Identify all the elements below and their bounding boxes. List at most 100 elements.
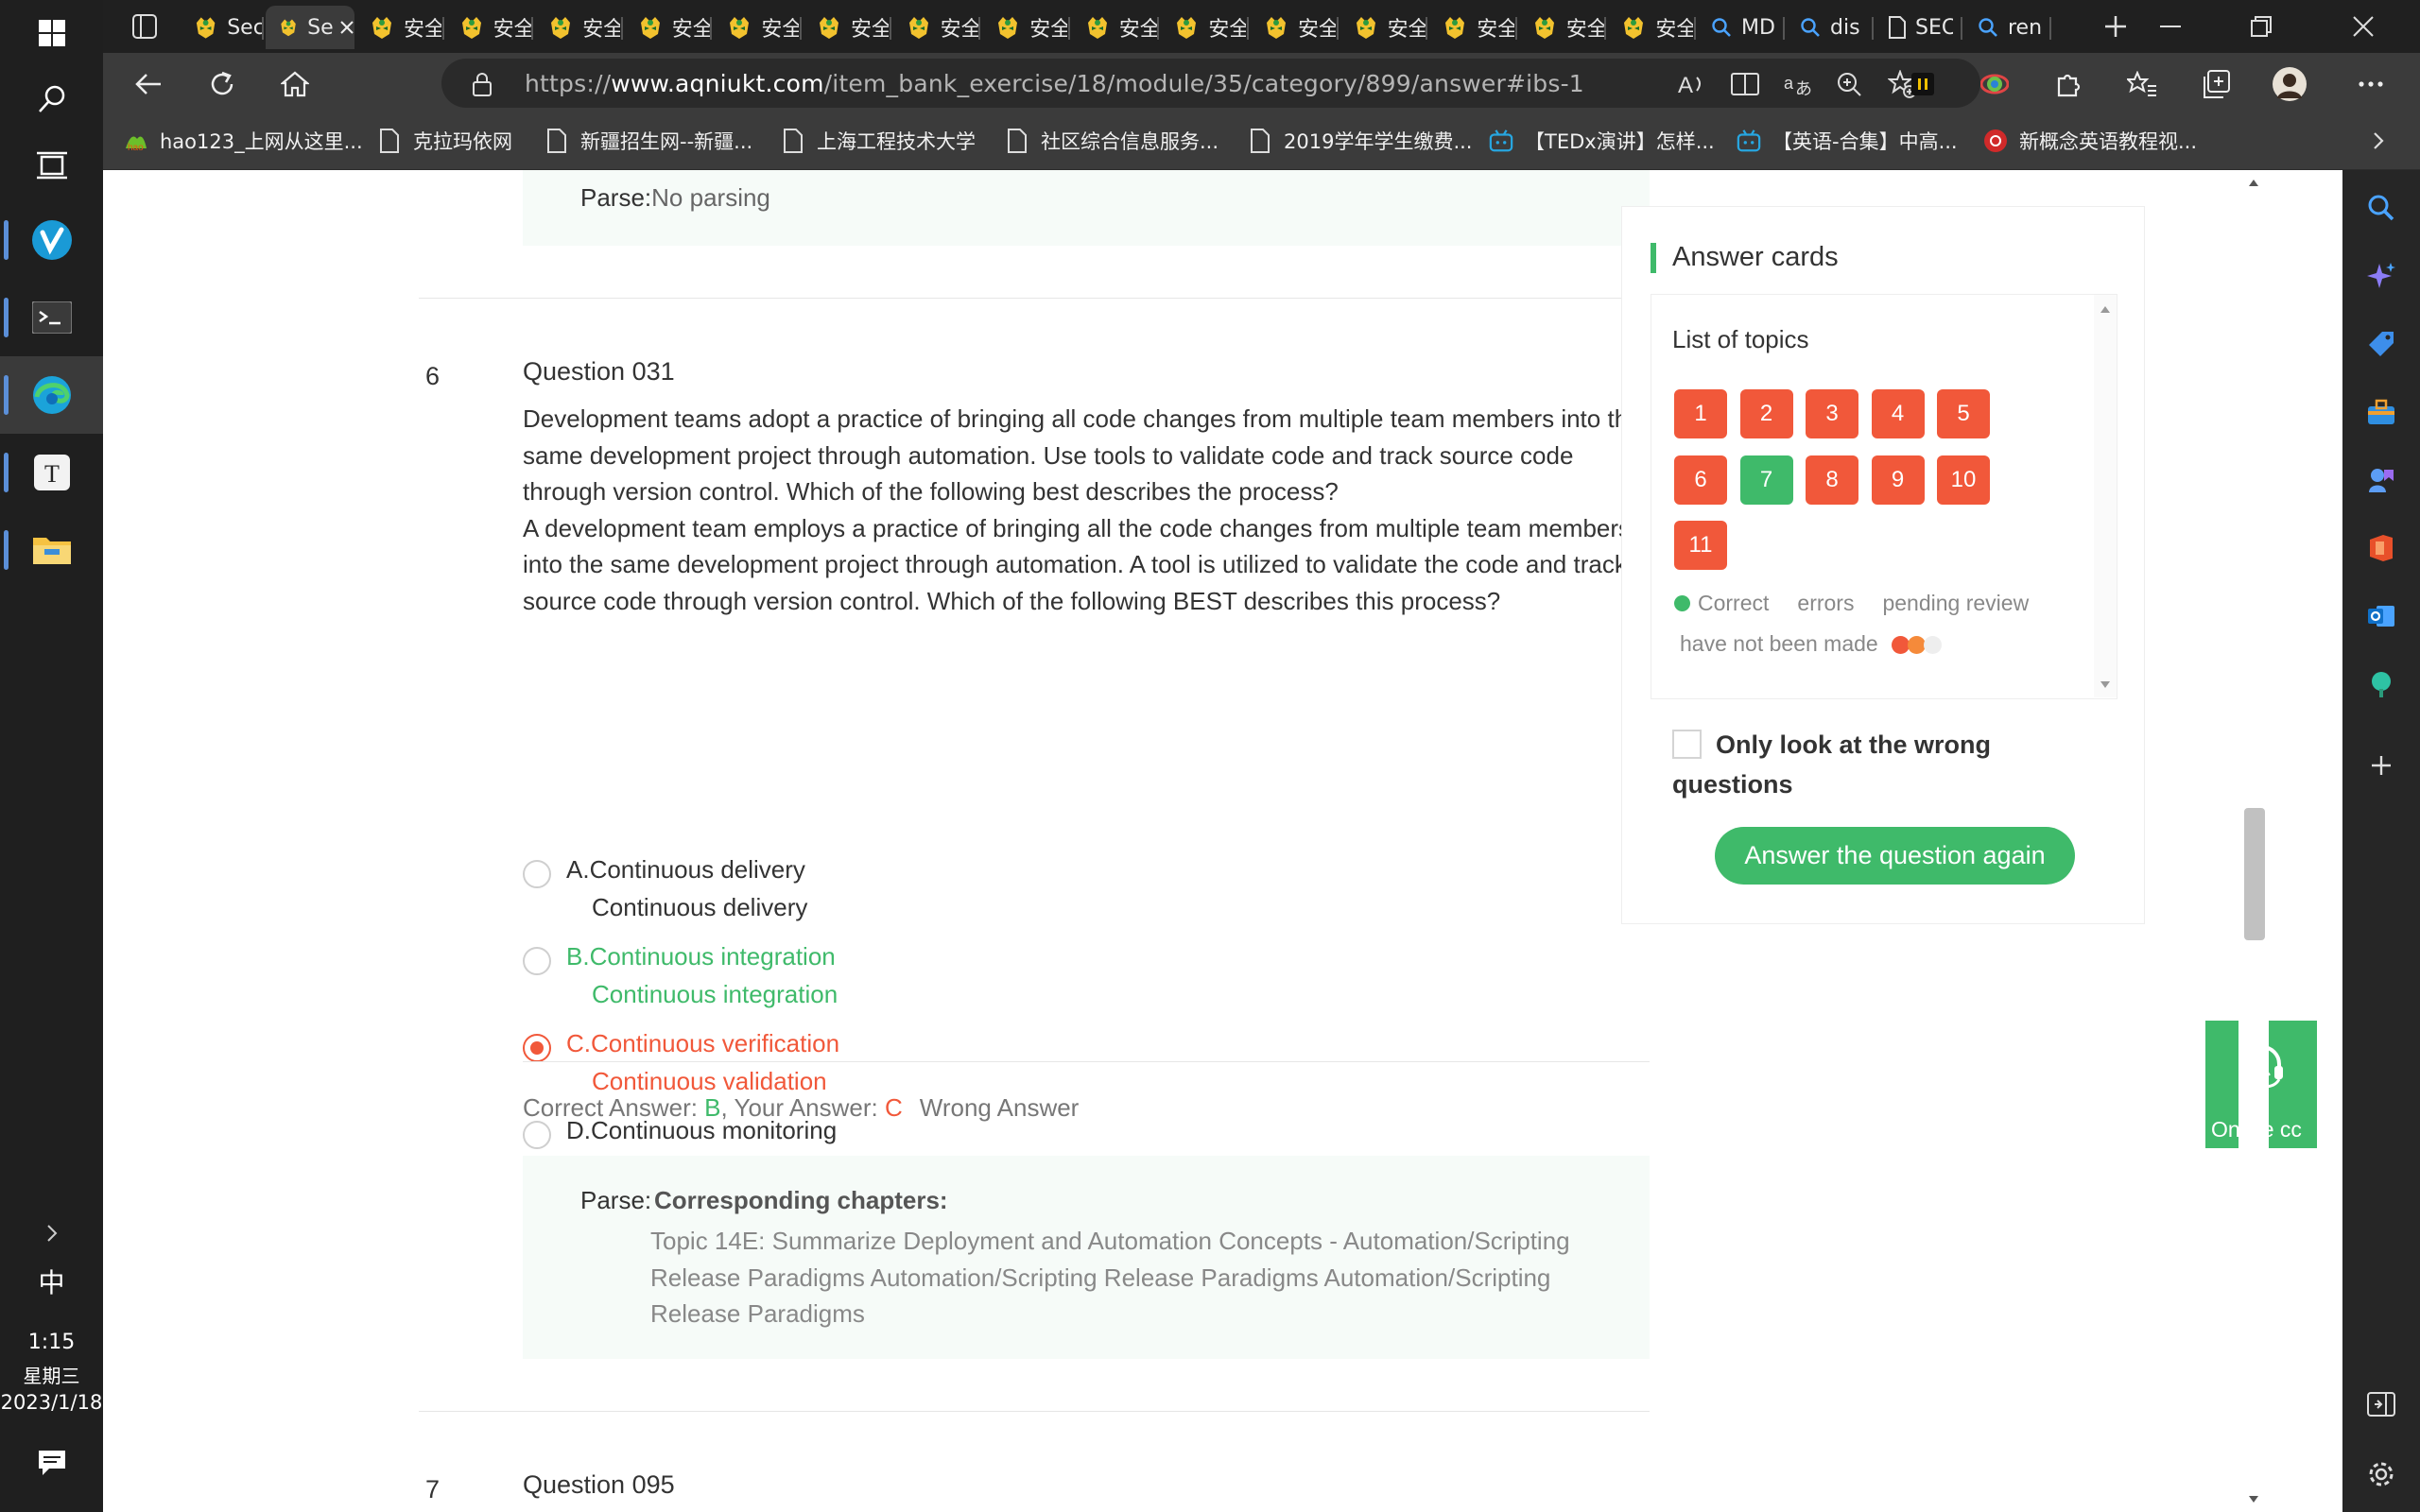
taskbar-app-v-icon[interactable] (0, 201, 103, 279)
topic-11-button[interactable]: 11 (1674, 521, 1727, 570)
topic-6-button[interactable]: 6 (1674, 455, 1727, 505)
read-aloud-icon[interactable]: A (1676, 68, 1708, 100)
scroll-up-icon[interactable] (2248, 178, 2259, 187)
option-b-radio[interactable] (523, 947, 551, 975)
option-b-label[interactable]: B.Continuous integration (566, 937, 836, 975)
page-scrollbar[interactable] (2238, 170, 2269, 1512)
browser-tab[interactable]: 安全 (982, 6, 1070, 49)
topic-3-button[interactable]: 3 (1806, 389, 1858, 438)
sidebar-shopping-tag-icon[interactable] (2342, 316, 2420, 372)
browser-tab[interactable]: 安全 (1072, 6, 1160, 49)
topic-7-button[interactable]: 7 (1739, 455, 1793, 505)
browser-tab[interactable]: 安全 (714, 6, 802, 49)
collections-icon[interactable] (2192, 60, 2239, 108)
extensions-icon[interactable] (2045, 60, 2092, 108)
browser-tab[interactable]: dis (1787, 6, 1874, 49)
bookmark-item[interactable]: 新疆招生网--新疆... (544, 125, 752, 157)
sidebar-search-icon[interactable] (2342, 180, 2420, 236)
browser-tab[interactable]: ren (1964, 6, 2051, 49)
back-button[interactable] (125, 60, 172, 108)
tab-active[interactable]: Sec (266, 6, 354, 49)
browser-tab[interactable]: SEC (1876, 6, 1962, 49)
topic-5-button[interactable]: 5 (1937, 389, 1990, 438)
bookmark-item[interactable]: 新概念英语教程视... (1983, 125, 2197, 157)
bookmark-item[interactable]: 【TEDx演讲】怎样... (1489, 125, 1715, 157)
scrollbar-thumb[interactable] (2244, 808, 2265, 940)
minimize-button[interactable] (2125, 0, 2216, 53)
close-tab-icon[interactable] (339, 20, 354, 35)
answer-again-button[interactable]: Answer the question again (1715, 827, 2075, 885)
browser-tab[interactable]: 安全 (1429, 6, 1517, 49)
taskbar-file-explorer-icon[interactable] (0, 511, 103, 589)
notification-icon[interactable] (0, 1430, 103, 1496)
topic-10-button[interactable]: 10 (1937, 455, 1990, 505)
bookmark-item[interactable]: 【英语-合集】中高... (1737, 125, 1958, 157)
immersive-reader-icon[interactable] (1729, 68, 1761, 100)
url-text[interactable]: https://www.aqniukt.com/item_bank_exerci… (525, 70, 1584, 97)
sidebar-games-icon[interactable] (2342, 452, 2420, 508)
browser-tab[interactable]: 安全 (625, 6, 713, 49)
browser-tab[interactable]: 安全 (1519, 6, 1607, 49)
sidebar-tools-icon[interactable] (2342, 384, 2420, 440)
favorites-icon[interactable] (2118, 60, 2166, 108)
sidebar-add-icon[interactable] (2342, 737, 2420, 794)
browser-tab[interactable]: Sec (181, 6, 264, 49)
option-a-radio[interactable] (523, 860, 551, 888)
lock-icon[interactable] (466, 68, 498, 100)
taskbar-edge-icon[interactable] (0, 356, 103, 434)
refresh-button[interactable] (199, 60, 246, 108)
option-c-label[interactable]: C.Continuous verification (566, 1024, 839, 1062)
bookmark-item[interactable]: 上海工程技术大学 (781, 125, 976, 157)
bookmark-item[interactable]: 社区综合信息服务... (1005, 125, 1219, 157)
tab-actions-icon[interactable] (128, 11, 162, 42)
browser-tab[interactable]: 安全 (535, 6, 623, 49)
search-icon[interactable] (0, 66, 103, 132)
sidebar-collapse-icon[interactable] (2342, 1376, 2420, 1433)
close-window-button[interactable] (2307, 0, 2420, 53)
extension-colorful-icon[interactable] (1971, 60, 2018, 108)
topics-scrollbar[interactable] (2094, 295, 2117, 697)
clock-time[interactable]: 1:15 (0, 1331, 103, 1354)
sidebar-sparkle-icon[interactable] (2342, 248, 2420, 304)
zoom-icon[interactable] (1833, 68, 1865, 100)
translate-icon[interactable]: aあ (1782, 68, 1814, 100)
sidebar-settings-icon[interactable] (2342, 1446, 2420, 1503)
only-wrong-label[interactable]: Only look at the wrong questions (1672, 725, 2088, 804)
option-c-radio[interactable] (523, 1034, 551, 1062)
taskbar-terminal-icon[interactable] (0, 279, 103, 356)
browser-tab[interactable]: 安全 (356, 6, 444, 49)
bookmark-item[interactable]: 克拉玛依网 (377, 125, 512, 157)
option-d-radio[interactable] (523, 1121, 551, 1149)
topic-9-button[interactable]: 9 (1871, 455, 1925, 505)
windows-start-icon[interactable] (0, 0, 103, 66)
browser-tab[interactable]: 安全 (1251, 6, 1339, 49)
bookmark-item[interactable]: hao hao123_上网从这里... (124, 125, 363, 157)
more-options-icon[interactable] (2347, 60, 2394, 108)
topic-1-button[interactable]: 1 (1674, 389, 1727, 438)
browser-tab[interactable]: MD (1698, 6, 1785, 49)
more-bookmarks-chevron-icon[interactable] (2364, 127, 2393, 155)
option-a-label[interactable]: A.Continuous delivery (566, 850, 805, 888)
topic-4-button[interactable]: 4 (1871, 389, 1925, 438)
taskbar-typora-icon[interactable]: T (0, 434, 103, 511)
sidebar-outlook-icon[interactable] (2342, 588, 2420, 644)
scroll-down-icon[interactable] (2248, 1495, 2259, 1504)
browser-tab[interactable]: 安全 (893, 6, 981, 49)
extension-dark-icon[interactable] (1899, 60, 1946, 108)
sidebar-tree-icon[interactable] (2342, 656, 2420, 713)
address-bar[interactable]: https://www.aqniukt.com/item_bank_exerci… (441, 59, 1980, 108)
profile-avatar[interactable] (2266, 60, 2313, 108)
browser-tab[interactable]: 安全 (804, 6, 891, 49)
topics-scroll-area[interactable]: List of topics 1 2 3 4 5 6 7 8 9 10 11 Correct err… (1651, 295, 2118, 699)
chevron-right-icon[interactable] (0, 1200, 103, 1266)
browser-tab[interactable]: 安全 (1608, 6, 1696, 49)
ime-indicator[interactable]: 中 (0, 1263, 103, 1300)
browser-tab[interactable]: 安全 (1340, 6, 1428, 49)
bookmark-item[interactable]: 2019学年学生缴费... (1248, 125, 1472, 157)
home-button[interactable] (271, 60, 319, 108)
topic-8-button[interactable]: 8 (1806, 455, 1858, 505)
sidebar-office-icon[interactable] (2342, 520, 2420, 576)
restore-button[interactable] (2216, 0, 2307, 53)
browser-tab[interactable]: 安全 (1161, 6, 1249, 49)
browser-tab[interactable]: 安全 (446, 6, 534, 49)
